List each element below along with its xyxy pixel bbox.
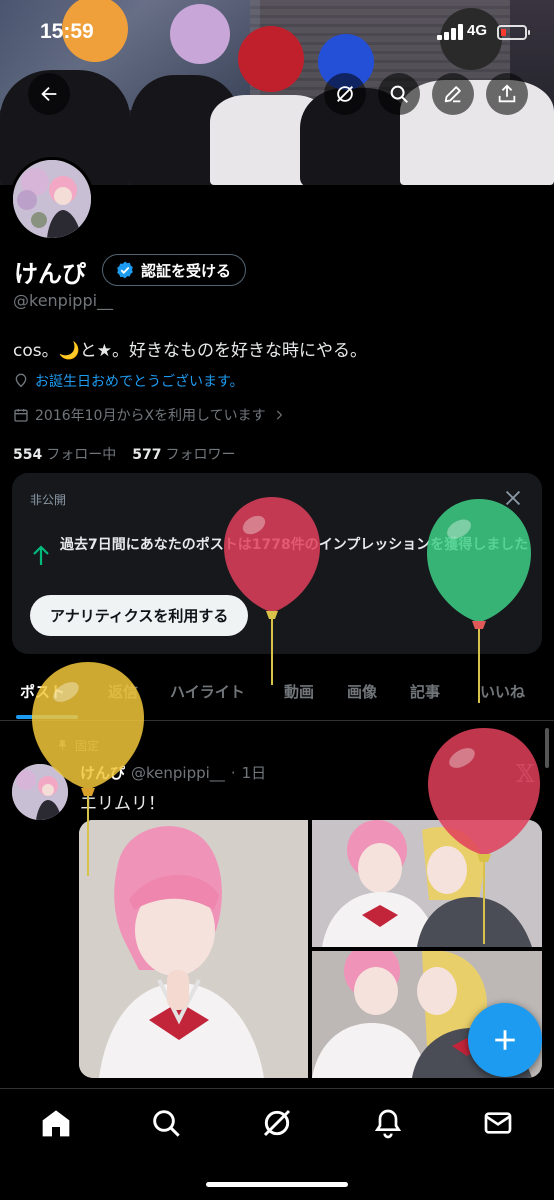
followers-link[interactable]: 577 フォロワー <box>132 444 235 464</box>
tweet-dot: · <box>230 763 236 782</box>
join-date-text: 2016年10月からXを利用しています <box>35 408 266 424</box>
plus-icon <box>495 1030 515 1050</box>
followers-count: 577 <box>132 447 162 463</box>
profile-handle: @kenpippi__ <box>13 291 114 310</box>
search-button[interactable] <box>378 73 420 115</box>
use-analytics-button[interactable]: アナリティクスを利用する <box>30 595 249 636</box>
balloon-location-icon <box>15 373 27 388</box>
private-label: 非公開 <box>30 493 67 507</box>
back-button[interactable] <box>28 73 70 115</box>
avatar-photo <box>13 160 91 238</box>
home-indicator[interactable] <box>206 1182 348 1187</box>
green-balloon <box>425 497 533 711</box>
signal-icon <box>437 24 463 40</box>
nav-search[interactable] <box>150 1107 182 1139</box>
grok-icon <box>337 86 353 102</box>
compose-button[interactable] <box>468 1003 542 1077</box>
edit-icon <box>444 86 461 103</box>
display-name: けんぴ <box>14 260 86 288</box>
follow-stats: 554 フォロー中 577 フォロワー <box>13 444 235 464</box>
search-icon <box>390 85 408 103</box>
share-icon <box>498 84 516 103</box>
birthday-message[interactable]: お誕生日おめでとうございます。 <box>13 371 244 391</box>
red-balloon <box>222 495 322 694</box>
following-link[interactable]: 554 フォロー中 <box>13 444 116 464</box>
tab-photos[interactable]: 画像 <box>347 681 377 702</box>
share-button[interactable] <box>486 73 528 115</box>
birthday-text: お誕生日おめでとうございます。 <box>35 374 244 390</box>
status-time: 15:59 <box>40 20 94 43</box>
battery-icon <box>497 25 530 40</box>
mail-icon <box>484 1112 512 1134</box>
tweet-time[interactable]: 1日 <box>242 762 267 783</box>
grok-icon <box>263 1109 291 1137</box>
status-bar: 15:59 4G <box>0 0 554 62</box>
back-arrow-icon <box>41 86 57 102</box>
nav-grok[interactable] <box>261 1107 293 1139</box>
home-icon <box>42 1110 70 1137</box>
profile-avatar[interactable] <box>10 157 94 241</box>
join-date[interactable]: 2016年10月からXを利用しています <box>13 405 286 425</box>
yellow-balloon <box>30 660 146 884</box>
up-arrow-icon <box>33 545 49 565</box>
edit-button[interactable] <box>432 73 474 115</box>
banner-person <box>400 80 554 185</box>
network-type: 4G <box>467 22 488 39</box>
nav-home[interactable] <box>40 1107 72 1139</box>
scrollbar[interactable] <box>545 728 549 768</box>
bell-icon <box>374 1109 402 1139</box>
chevron-right-icon <box>276 410 282 420</box>
get-verified-button[interactable]: 認証を受ける <box>102 254 247 286</box>
search-icon <box>153 1110 180 1137</box>
nav-notifications[interactable] <box>372 1107 404 1139</box>
get-verified-label: 認証を受ける <box>141 261 232 280</box>
following-count: 554 <box>13 447 43 463</box>
grok-button[interactable] <box>324 73 366 115</box>
verified-badge-icon <box>117 261 133 279</box>
red-balloon <box>426 726 542 952</box>
nav-messages[interactable] <box>482 1107 514 1139</box>
calendar-icon <box>14 409 28 422</box>
following-label: フォロー中 <box>46 447 117 463</box>
profile-bio: cos。🌙と★。好きなものを好きな時にやる。 <box>13 341 368 361</box>
followers-label: フォロワー <box>165 447 236 463</box>
